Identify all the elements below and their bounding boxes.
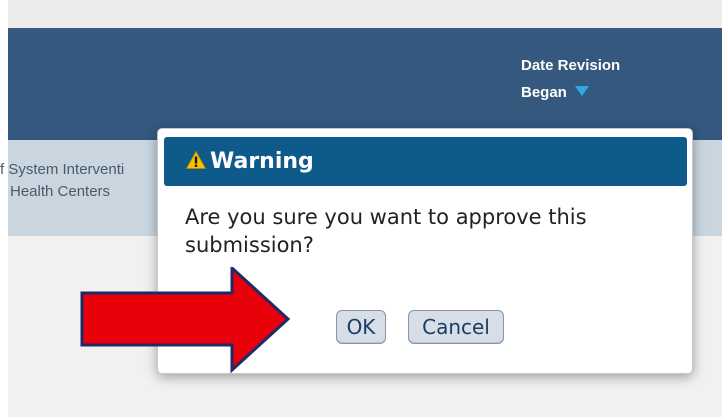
table-cell-program-name: f System Interventi Health Centers xyxy=(0,159,152,203)
dialog-message: Are you sure you want to approve this su… xyxy=(185,205,587,257)
dialog-title: Warning xyxy=(210,149,314,174)
cancel-button[interactable]: Cancel xyxy=(408,310,504,344)
column-header-date-revision-began[interactable]: Date Revision Began xyxy=(521,52,661,106)
table-cell-line1: f System Interventi xyxy=(0,161,125,178)
column-header-label-line1: Date Revision xyxy=(521,57,621,74)
sort-descending-icon[interactable] xyxy=(574,86,589,96)
warning-triangle-icon xyxy=(186,151,206,169)
column-header-label-line2: Began xyxy=(521,79,661,106)
page: Date Revision Began f System Interventi … xyxy=(0,0,722,417)
red-arrow-pointer-icon xyxy=(80,267,291,374)
top-strip xyxy=(8,0,722,28)
table-cell-line2: Health Centers xyxy=(10,183,111,200)
dialog-titlebar[interactable]: Warning xyxy=(164,137,687,186)
column-header-label-began: Began xyxy=(521,84,567,101)
ok-button[interactable]: OK xyxy=(336,310,386,344)
